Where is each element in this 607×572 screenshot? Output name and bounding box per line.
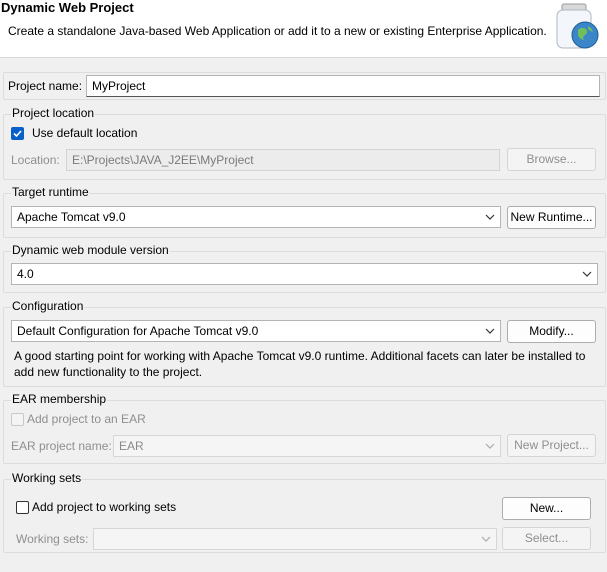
ear-project-name-select[interactable]: EAR [113, 435, 501, 457]
working-sets-label: Working sets: [16, 532, 89, 546]
add-to-ear-checkbox[interactable] [11, 413, 24, 426]
new-working-set-button[interactable]: New... [502, 497, 591, 520]
target-runtime-select[interactable]: Apache Tomcat v9.0 [11, 206, 501, 228]
web-project-jar-icon [552, 2, 602, 52]
project-location-group-label: Project location [11, 106, 96, 120]
add-to-working-sets-label: Add project to working sets [32, 500, 177, 514]
working-sets-select[interactable] [93, 528, 497, 550]
configuration-description-line2: add new functionality to the project. [14, 365, 203, 379]
location-input[interactable]: E:\Projects\JAVA_J2EE\MyProject [66, 149, 500, 171]
chevron-down-icon [582, 271, 592, 277]
ear-project-name-value: EAR [119, 439, 144, 453]
working-sets-group-label: Working sets [11, 471, 83, 485]
chevron-down-icon [485, 443, 495, 449]
location-label: Location: [11, 153, 60, 167]
module-version-group-label: Dynamic web module version [11, 243, 170, 257]
wizard-title: Dynamic Web Project [1, 0, 134, 15]
module-version-select[interactable]: 4.0 [11, 263, 598, 285]
select-working-sets-button[interactable]: Select... [502, 527, 591, 550]
target-runtime-value: Apache Tomcat v9.0 [17, 210, 126, 224]
add-to-ear-label: Add project to an EAR [27, 412, 146, 426]
target-runtime-group-label: Target runtime [11, 185, 90, 199]
chevron-down-icon [485, 328, 495, 334]
project-name-input[interactable]: MyProject [86, 75, 600, 97]
modify-button[interactable]: Modify... [507, 320, 596, 343]
project-name-label: Project name: [8, 79, 83, 93]
module-version-value: 4.0 [17, 267, 34, 281]
add-to-working-sets-checkbox[interactable] [16, 501, 29, 514]
use-default-location-label: Use default location [32, 126, 138, 140]
new-ear-project-button[interactable]: New Project... [507, 434, 596, 457]
configuration-value: Default Configuration for Apache Tomcat … [17, 324, 259, 338]
configuration-description-line1: A good starting point for working with A… [14, 349, 586, 363]
ear-project-name-label: EAR project name: [11, 439, 112, 453]
configuration-group-label: Configuration [11, 299, 85, 313]
configuration-select[interactable]: Default Configuration for Apache Tomcat … [11, 320, 501, 342]
checkmark-icon [13, 130, 22, 138]
use-default-location-checkbox[interactable] [11, 127, 24, 140]
new-runtime-button[interactable]: New Runtime... [507, 206, 596, 229]
chevron-down-icon [481, 536, 491, 542]
chevron-down-icon [485, 214, 495, 220]
wizard-description: Create a standalone Java-based Web Appli… [8, 24, 547, 38]
browse-button[interactable]: Browse... [507, 148, 596, 171]
ear-membership-group-label: EAR membership [11, 392, 108, 406]
